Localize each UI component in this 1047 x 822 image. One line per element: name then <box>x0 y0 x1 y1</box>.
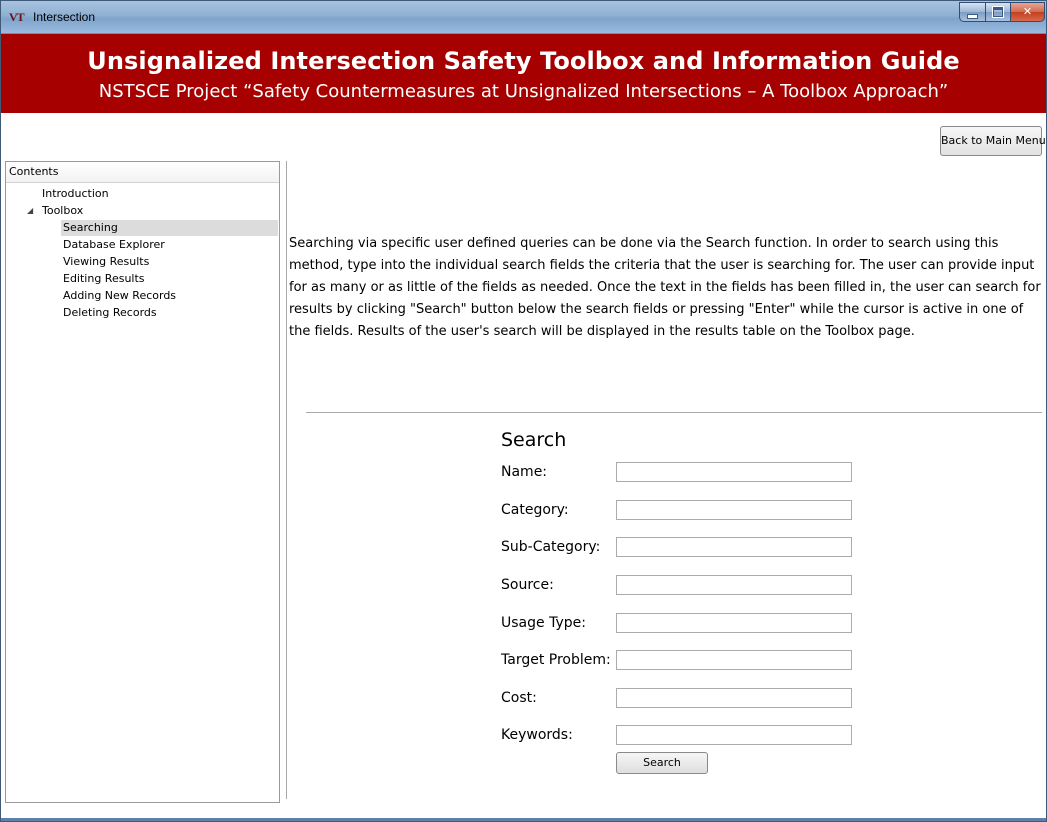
keywords-field[interactable] <box>616 725 852 745</box>
window-title: Intersection <box>33 10 96 24</box>
search-heading: Search <box>501 429 567 451</box>
pane-splitter[interactable] <box>286 161 287 799</box>
description-text: Searching via specific user defined quer… <box>289 236 1041 339</box>
vt-logo-icon: VT <box>9 10 25 24</box>
category-field[interactable] <box>616 500 852 520</box>
maximize-button[interactable] <box>985 2 1011 22</box>
cost-label: Cost: <box>501 690 537 706</box>
tree-item-database-explorer[interactable]: Database Explorer <box>63 237 165 253</box>
contents-header: Contents <box>6 162 279 183</box>
cost-field[interactable] <box>616 688 852 708</box>
tree-item-toolbox[interactable]: ◢ Toolbox <box>27 203 84 219</box>
minimize-icon <box>967 14 978 19</box>
tree-item-editing-results[interactable]: Editing Results <box>63 271 145 287</box>
category-label: Category: <box>501 502 569 518</box>
expand-triangle-icon[interactable]: ◢ <box>27 203 33 219</box>
usage-type-label: Usage Type: <box>501 615 586 631</box>
window-bottom-border <box>1 818 1046 821</box>
sub-category-label: Sub-Category: <box>501 539 601 555</box>
name-label: Name: <box>501 464 548 480</box>
tree-item-adding-new-records[interactable]: Adding New Records <box>63 288 176 304</box>
keywords-label: Keywords: <box>501 727 573 743</box>
name-field[interactable] <box>616 462 852 482</box>
search-button[interactable]: Search <box>616 752 708 774</box>
tree-item-introduction[interactable]: Introduction <box>42 186 109 202</box>
tree-item-viewing-results[interactable]: Viewing Results <box>63 254 149 270</box>
minimize-button[interactable] <box>959 2 986 22</box>
maximize-icon <box>992 6 1004 18</box>
close-icon: ✕ <box>1022 5 1033 18</box>
source-label: Source: <box>501 577 554 593</box>
window-titlebar[interactable]: VT Intersection ✕ <box>1 1 1046 34</box>
source-field[interactable] <box>616 575 852 595</box>
banner-subtitle: NSTSCE Project “Safety Countermeasures a… <box>98 81 949 102</box>
tree-item-searching[interactable]: Searching <box>61 220 278 236</box>
target-problem-label: Target Problem: <box>501 652 611 668</box>
close-button[interactable]: ✕ <box>1010 2 1045 22</box>
tree-item-deleting-records[interactable]: Deleting Records <box>63 305 157 321</box>
contents-tree: Contents Introduction ◢ Toolbox Searchin… <box>5 161 280 803</box>
banner-title: Unsignalized Intersection Safety Toolbox… <box>87 47 960 75</box>
target-problem-field[interactable] <box>616 650 852 670</box>
header-banner: Unsignalized Intersection Safety Toolbox… <box>1 34 1046 113</box>
tree-item-label: Toolbox <box>42 204 84 217</box>
usage-type-field[interactable] <box>616 613 852 633</box>
back-to-main-menu-button[interactable]: Back to Main Menu <box>940 126 1046 156</box>
sub-category-field[interactable] <box>616 537 852 557</box>
section-divider <box>306 412 1042 413</box>
app-window: VT Intersection ✕ Unsignalized Intersect… <box>0 0 1047 822</box>
